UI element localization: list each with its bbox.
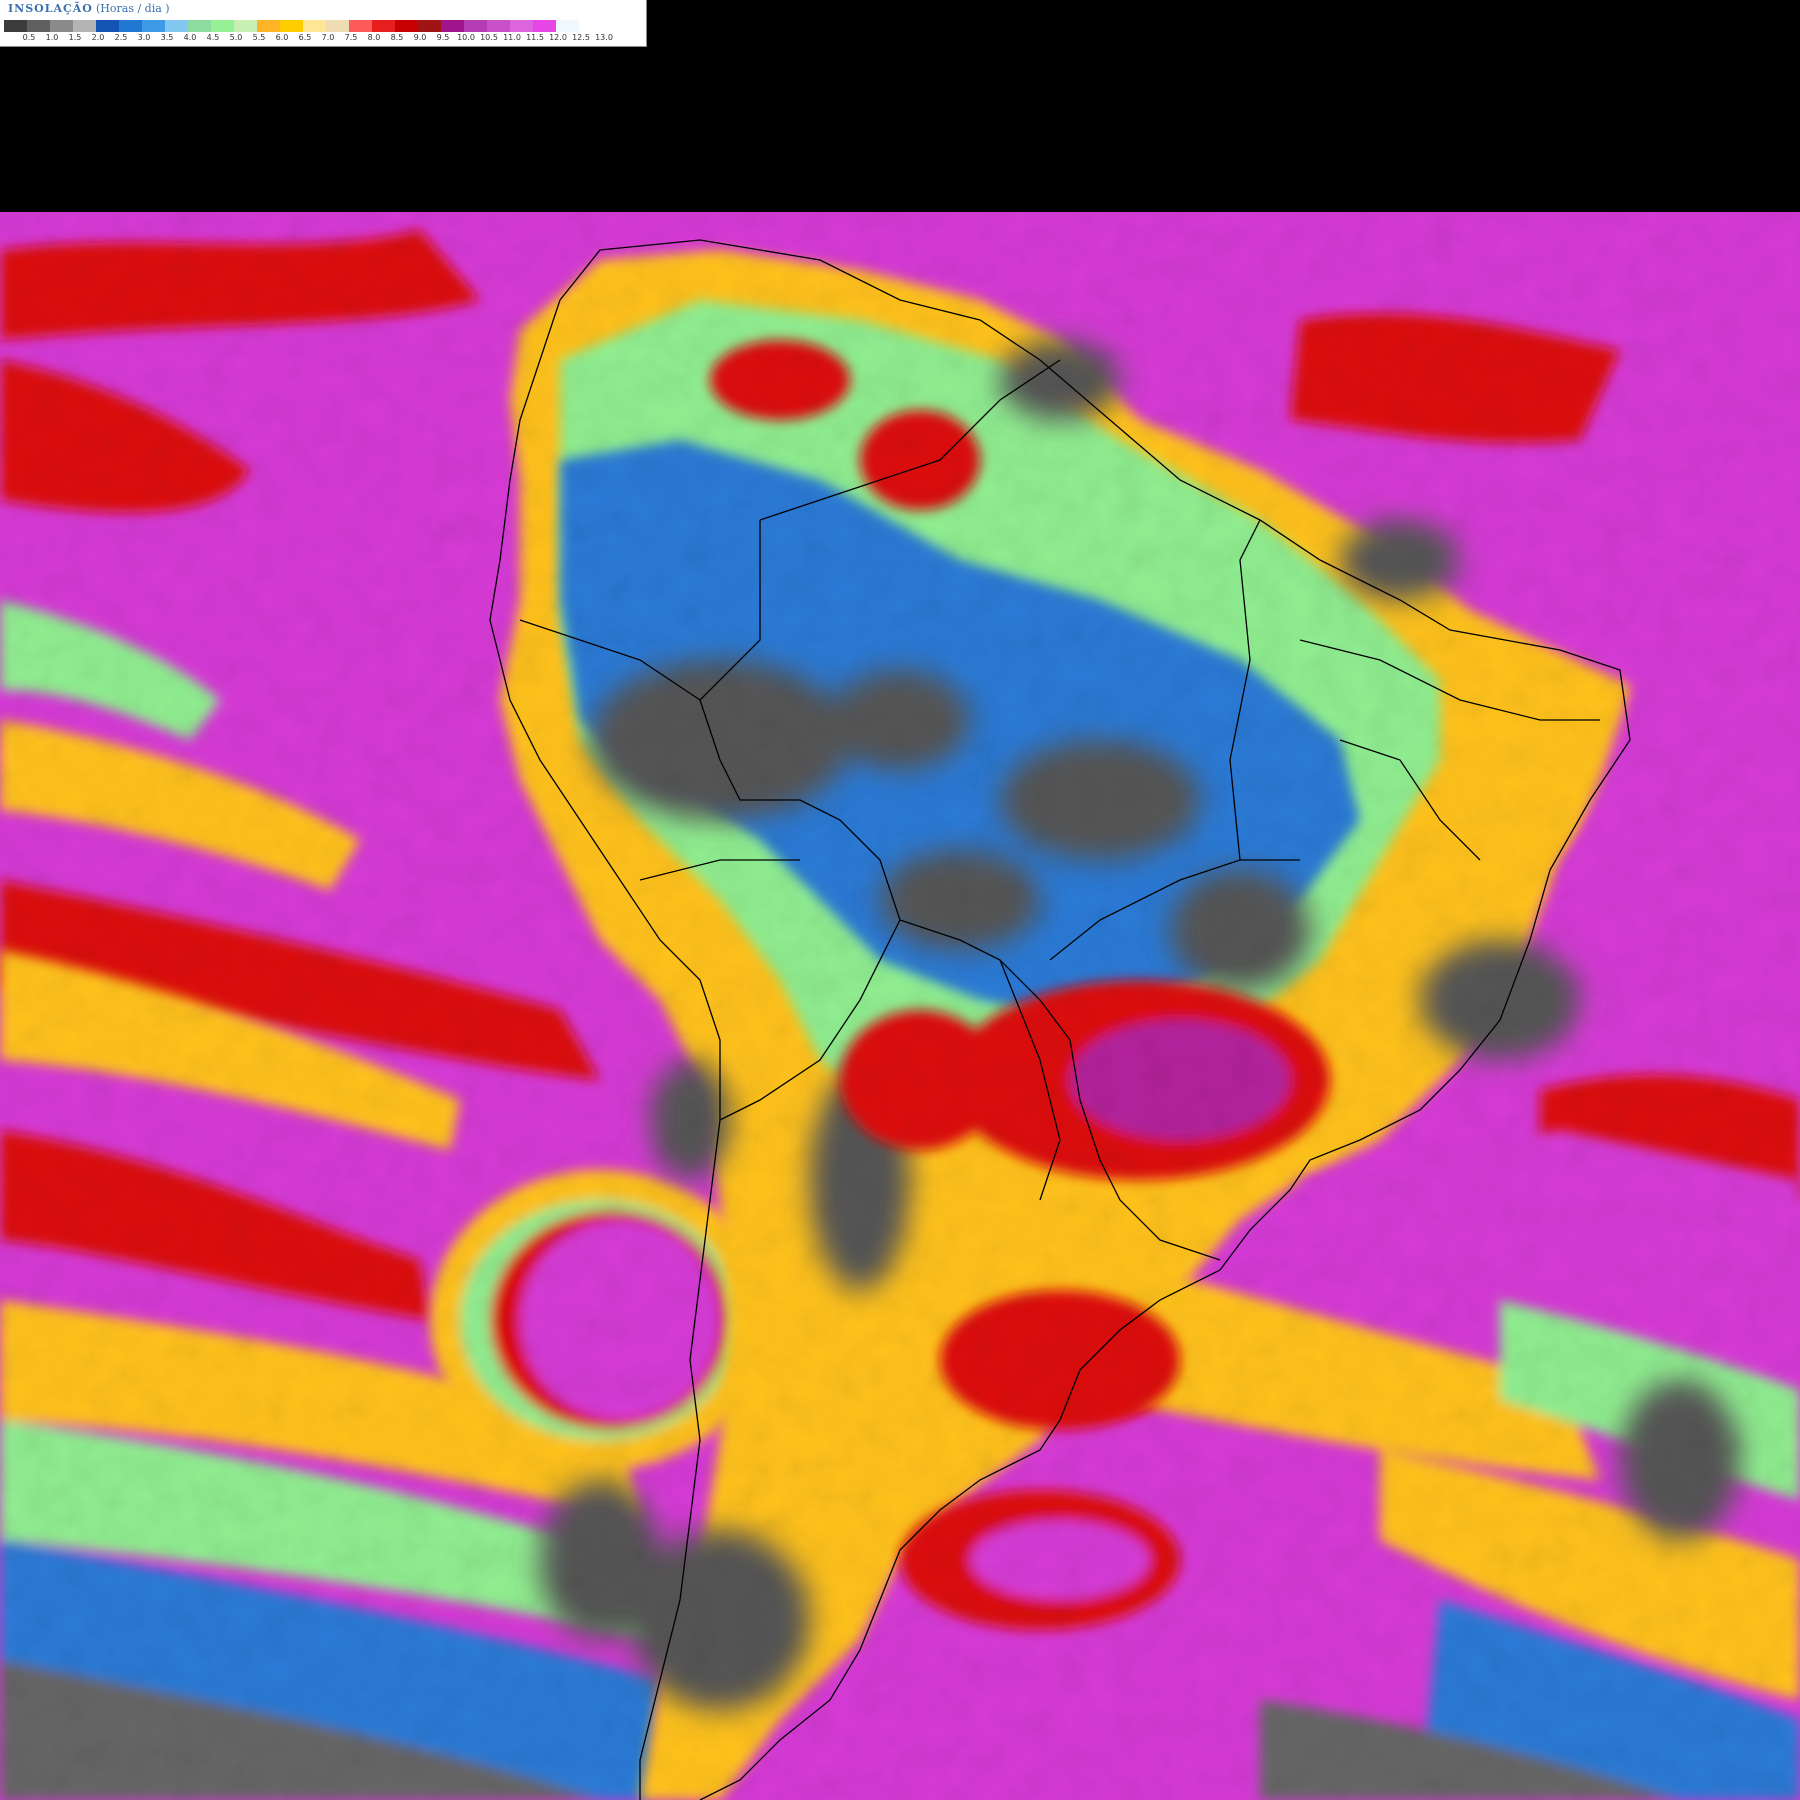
legend-tick-label: 3.5 xyxy=(160,33,174,42)
legend-tick-label: 6.0 xyxy=(275,33,289,42)
legend-swatch xyxy=(510,20,533,32)
legend-swatch xyxy=(119,20,142,32)
legend-tick-label: 11.5 xyxy=(526,33,544,42)
legend-tick-label: 9.0 xyxy=(413,33,427,42)
legend-swatch xyxy=(303,20,326,32)
legend-ticks: 0.5 1.0 1.5 2.0 2.5 3.0 3.5 4.0 4.5 5.0 5.5 6.0 6.5 7… xyxy=(4,33,644,45)
legend-units: (Horas / dia ) xyxy=(96,2,170,15)
legend-swatch xyxy=(556,20,579,32)
legend-tick-label: 12.5 xyxy=(572,33,590,42)
legend-swatch xyxy=(234,20,257,32)
legend-tick-label: 9.5 xyxy=(436,33,450,42)
legend-tick-label: 8.5 xyxy=(390,33,404,42)
legend-swatch xyxy=(441,20,464,32)
legend-swatch xyxy=(211,20,234,32)
legend-swatch xyxy=(372,20,395,32)
legend-tick-label: 12.0 xyxy=(549,33,567,42)
legend-tick-label: 4.5 xyxy=(206,33,220,42)
legend-swatch xyxy=(464,20,487,32)
legend-tick-label: 7.5 xyxy=(344,33,358,42)
legend-tick-label: 4.0 xyxy=(183,33,197,42)
legend-swatch xyxy=(188,20,211,32)
legend-swatch xyxy=(533,20,556,32)
legend-swatch xyxy=(579,20,602,32)
legend-swatch xyxy=(487,20,510,32)
color-legend: INSOLAÇÃO (Horas / dia ) 0.5 1.0 1.5 2.0 2.5… xyxy=(0,0,647,47)
legend-tick-label: 7.0 xyxy=(321,33,335,42)
legend-swatch xyxy=(418,20,441,32)
legend-swatch xyxy=(73,20,96,32)
legend-tick-label: 2.5 xyxy=(114,33,128,42)
legend-tick-label: 10.5 xyxy=(480,33,498,42)
legend-swatch xyxy=(349,20,372,32)
legend-tick-label: 1.0 xyxy=(45,33,59,42)
legend-swatch xyxy=(326,20,349,32)
legend-swatch xyxy=(165,20,188,32)
legend-tick-label: 8.0 xyxy=(367,33,381,42)
insolation-map xyxy=(0,0,1800,1800)
legend-tick-label: 3.0 xyxy=(137,33,151,42)
legend-tick-label: 5.5 xyxy=(252,33,266,42)
legend-tick-label: 1.5 xyxy=(68,33,82,42)
legend-swatch xyxy=(395,20,418,32)
legend-color-bar xyxy=(4,20,602,32)
legend-swatch xyxy=(96,20,119,32)
legend-swatch xyxy=(257,20,280,32)
legend-swatch xyxy=(27,20,50,32)
legend-tick-label: 13.0 xyxy=(595,33,613,42)
legend-tick-label: 10.0 xyxy=(457,33,475,42)
legend-swatch xyxy=(280,20,303,32)
legend-tick-label: 6.5 xyxy=(298,33,312,42)
legend-tick-label: 0.5 xyxy=(22,33,36,42)
legend-tick-label: 11.0 xyxy=(503,33,521,42)
legend-tick-label: 2.0 xyxy=(91,33,105,42)
legend-tick-label: 5.0 xyxy=(229,33,243,42)
legend-title: INSOLAÇÃO xyxy=(8,2,93,15)
legend-swatch xyxy=(4,20,27,32)
legend-swatch xyxy=(50,20,73,32)
legend-swatch xyxy=(142,20,165,32)
